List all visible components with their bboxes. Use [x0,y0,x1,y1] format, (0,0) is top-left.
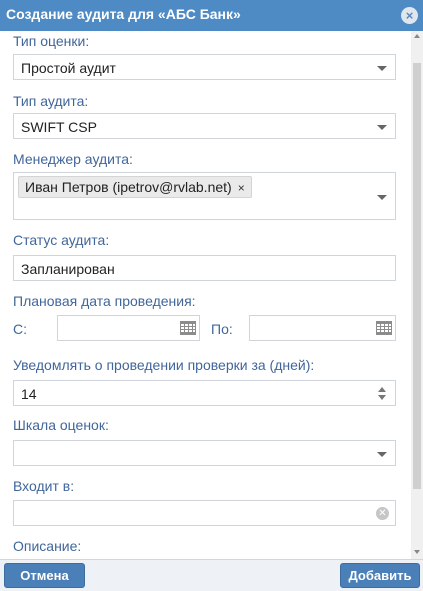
date-from-input[interactable] [57,315,200,341]
audit-status-field[interactable]: Запланирован [13,255,396,281]
assessment-type-value: Простой аудит [21,60,116,76]
remove-tag-icon[interactable]: × [238,181,245,195]
add-button[interactable]: Добавить [340,563,420,588]
chevron-down-icon [377,66,387,71]
spinner-down-icon[interactable] [378,395,386,400]
dialog-body: Тип оценки: Простой аудит Тип аудита: SW… [0,31,423,559]
spinner-up-icon[interactable] [378,387,386,392]
audit-type-value: SWIFT CSP [21,119,97,135]
chevron-down-icon [377,125,387,130]
clear-icon[interactable]: ✕ [376,507,389,520]
audit-manager-label: Менеджер аудита: [13,151,133,167]
dialog-title: Создание аудита для «АБС Банк» [6,6,241,22]
scroll-up-icon[interactable] [414,34,420,38]
cancel-button[interactable]: Отмена [4,563,85,588]
assessment-type-label: Тип оценки: [13,33,90,49]
audit-status-value: Запланирован [21,261,115,277]
audit-manager-multiselect[interactable]: Иван Петров (ipetrov@rvlab.net) × [13,172,396,220]
planned-date-label: Плановая дата проведения: [13,293,196,309]
description-label: Описание: [13,538,82,554]
scroll-down-icon[interactable] [414,550,420,554]
dialog-titlebar: Создание аудита для «АБС Банк» × [0,0,423,31]
vertical-scrollbar[interactable] [411,31,423,559]
chevron-down-icon [377,195,387,200]
part-of-input[interactable]: ✕ [13,500,396,526]
notify-label: Уведомлять о проведении проверки за (дне… [13,357,315,373]
chevron-down-icon [377,452,387,457]
notify-days-stepper[interactable]: 14 [13,380,396,406]
manager-tag: Иван Петров (ipetrov@rvlab.net) × [18,176,252,198]
assessment-type-select[interactable]: Простой аудит [13,54,396,80]
audit-type-label: Тип аудита: [13,93,89,109]
audit-type-select[interactable]: SWIFT CSP [13,113,396,139]
manager-tag-label: Иван Петров (ipetrov@rvlab.net) [25,179,232,195]
scrollbar-thumb[interactable] [413,63,421,489]
create-audit-dialog: Создание аудита для «АБС Банк» × Тип оце… [0,0,423,591]
part-of-label: Входит в: [13,478,75,494]
notify-days-value: 14 [21,386,37,402]
rating-scale-select[interactable] [13,440,396,466]
date-from-label: С: [13,321,27,337]
close-icon[interactable]: × [401,7,418,24]
dialog-footer: Отмена Добавить [0,559,423,591]
date-to-label: По: [211,321,233,337]
calendar-icon[interactable] [376,321,392,335]
date-to-input[interactable] [249,315,396,341]
calendar-icon[interactable] [180,321,196,335]
rating-scale-label: Шкала оценок: [13,417,109,433]
audit-status-label: Статус аудита: [13,232,110,248]
